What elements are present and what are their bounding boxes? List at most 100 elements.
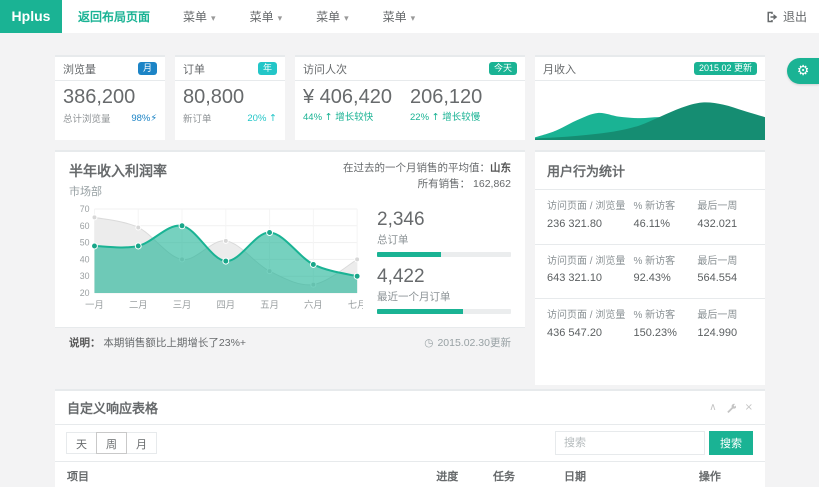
visits-revenue-stat: 44% ↑ 增长较快 [303, 109, 410, 123]
stat-card-income: 月收入 2015.02 更新 [535, 55, 765, 140]
income-area-chart [535, 84, 765, 140]
orders-label: 新订单 [183, 111, 212, 125]
col-header-task: 任务 [481, 462, 552, 487]
stat-note: 增长较快 [335, 112, 373, 123]
total-orders-label: 总订单 [377, 232, 511, 247]
svg-text:70: 70 [80, 204, 90, 214]
pages-value: 643 321.10 [547, 272, 634, 284]
svg-text:20: 20 [80, 288, 90, 298]
panel-subtitle: 市场部 [69, 183, 167, 199]
period-badge-today: 今天 [489, 62, 517, 75]
visits-col-revenue: ¥ 406,420 44% ↑ 增长较快 [303, 86, 410, 123]
col-label: 访问页面 / 浏览量 [547, 200, 634, 215]
last-updated: ◷2015.02.30更新 [424, 335, 511, 350]
svg-text:60: 60 [80, 221, 90, 231]
col-header-date: 日期 [552, 462, 687, 487]
caret-down-icon: ▾ [411, 14, 416, 24]
collapse-icon[interactable]: ∧ [709, 402, 716, 413]
caret-down-icon: ▾ [344, 14, 349, 24]
month-orders-label: 最近一个月订单 [377, 289, 511, 304]
user-behavior-panel: 用户行为统计 访问页面 / 浏览量236 321.80 % 新访客46.11% … [535, 150, 765, 385]
menu-label: 菜单 [316, 10, 340, 24]
col-header-project: 项目 [55, 462, 424, 487]
nav-back-link[interactable]: 返回布局页面 [62, 8, 166, 25]
all-sales-value: 162,862 [473, 178, 511, 190]
panel-title: 用户行为统计 [535, 152, 765, 190]
new-visitors-value: 150.23% [634, 327, 698, 339]
sales-line-chart: 203040506070一月二月三月四月五月六月七月 [69, 203, 363, 317]
level-up-icon: ↑ [269, 113, 277, 124]
svg-text:四月: 四月 [217, 299, 236, 310]
nav-menu-1[interactable]: 菜单 ▾ [166, 8, 233, 25]
col-header-action: 操作 [687, 462, 765, 487]
footnote-text: 本期销售额比上期增长了23%+ [103, 337, 246, 349]
pages-value: 436 547.20 [547, 327, 634, 339]
sales-head-left: 半年收入利润率 市场部 [69, 161, 167, 199]
table-search: 搜索 [555, 431, 753, 455]
menu-label: 菜单 [250, 10, 274, 24]
visits-count-value: 206,120 [410, 86, 517, 109]
tab-month[interactable]: 月 [126, 432, 157, 454]
new-visitors-value: 92.43% [634, 272, 698, 284]
svg-text:二月: 二月 [129, 299, 148, 310]
col-label: 访问页面 / 浏览量 [547, 255, 634, 270]
sign-out-icon [766, 11, 778, 23]
sales-footnote: 说明： 本期销售额比上期增长了23%+ [69, 335, 246, 350]
avg-value: 山东 [490, 162, 511, 174]
svg-text:50: 50 [80, 238, 90, 248]
views-stat: 98%⚡ [131, 113, 157, 124]
nav-links: 返回布局页面 菜单▾ 菜单▾ 菜单▾ 菜单▾ [62, 0, 432, 33]
level-up-icon: ↑ [432, 112, 440, 123]
last-week-value: 124.990 [697, 327, 753, 339]
behavior-row: 访问页面 / 浏览量436 547.20 % 新访客150.23% 最后一周12… [535, 299, 765, 353]
caret-down-icon: ▾ [211, 14, 216, 24]
orders-value: 80,800 [183, 86, 277, 109]
stat-value: 22% [410, 112, 429, 123]
new-visitors-value: 46.11% [634, 218, 698, 230]
orders-stat-value: 20% [247, 113, 266, 124]
month-orders-progressbar [377, 309, 511, 314]
svg-text:七月: 七月 [348, 299, 363, 310]
col-label: 最后一周 [697, 200, 753, 215]
close-icon[interactable]: × [745, 402, 753, 413]
sales-panel: 半年收入利润率 市场部 在过去的一个月销售的平均值：山东 所有销售： 162,8… [55, 150, 525, 327]
search-button[interactable]: 搜索 [709, 431, 753, 455]
footnote-label: 说明： [69, 337, 101, 349]
responsive-table-panel: 自定义响应表格 ∧ × 天 周 月 搜索 项目 进度 任务 日期 操作 [55, 389, 765, 487]
card-title: 访问人次 [303, 61, 347, 77]
tab-day[interactable]: 天 [66, 432, 97, 454]
behavior-row: 访问页面 / 浏览量643 321.10 % 新访客92.43% 最后一周564… [535, 245, 765, 300]
tab-week[interactable]: 周 [96, 432, 127, 454]
menu-label: 菜单 [183, 10, 207, 24]
search-input[interactable] [555, 431, 705, 455]
orders-stat: 20% ↑ [247, 113, 277, 124]
update-badge: 2015.02 更新 [694, 62, 757, 75]
nav-menu-2[interactable]: 菜单 ▾ [233, 8, 300, 25]
views-stat-value: 98% [131, 113, 150, 124]
col-label: 最后一周 [697, 255, 753, 270]
visits-revenue-value: ¥ 406,420 [303, 86, 410, 109]
updated-text: 2015.02.30更新 [437, 335, 511, 350]
pages-value: 236 321.80 [547, 218, 634, 230]
logout-button[interactable]: 退出 [766, 0, 807, 33]
panel-tools: ∧ × [709, 402, 753, 413]
projects-table: 项目 进度 任务 日期 操作 米莫说 | MiMO Show 20% 2014.… [55, 461, 765, 487]
svg-text:六月: 六月 [304, 299, 323, 310]
brand-logo[interactable]: Hplus [0, 0, 62, 33]
stat-value: 44% [303, 112, 322, 123]
caret-down-icon: ▾ [278, 14, 283, 24]
nav-menu-3[interactable]: 菜单 ▾ [299, 8, 366, 25]
logout-label: 退出 [783, 8, 807, 25]
all-sales-label: 所有销售： [418, 178, 471, 190]
card-title: 浏览量 [63, 61, 96, 77]
bolt-icon: ⚡ [150, 113, 157, 124]
col-label: 访问页面 / 浏览量 [547, 309, 634, 324]
period-badge-month: 月 [138, 62, 157, 75]
svg-text:30: 30 [80, 271, 90, 281]
svg-text:40: 40 [80, 254, 90, 264]
settings-button[interactable]: ⚙ [787, 58, 819, 84]
nav-menu-4[interactable]: 菜单▾ [366, 8, 433, 25]
wrench-icon[interactable] [726, 403, 736, 413]
col-label: % 新访客 [634, 255, 698, 270]
svg-text:三月: 三月 [173, 299, 192, 310]
